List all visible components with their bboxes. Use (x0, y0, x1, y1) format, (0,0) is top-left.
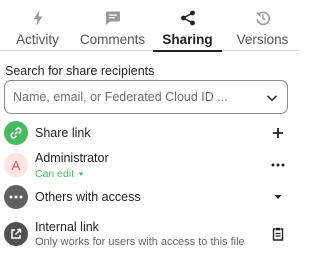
avatar-letter: A (11, 157, 21, 173)
permission-label: Can edit (35, 167, 75, 180)
search-heading: Search for share recipients (5, 64, 155, 78)
administrator-name: Administrator (35, 150, 109, 165)
share-icon (180, 10, 195, 26)
tab-activity[interactable]: Activity (0, 0, 75, 51)
caret-down-icon[interactable] (270, 189, 286, 205)
permission-dropdown[interactable]: Can edit (35, 168, 109, 180)
more-icon (4, 185, 28, 209)
history-icon (255, 11, 270, 26)
search-box[interactable] (4, 80, 288, 114)
others-with-access-row[interactable]: Others with access (4, 185, 294, 209)
sidebar-tabs: Activity Comments Sharing Versions (0, 0, 300, 52)
others-label: Others with access (35, 190, 141, 204)
tab-sharing[interactable]: Sharing (150, 0, 225, 52)
more-icon[interactable] (270, 157, 286, 173)
avatar: A (4, 153, 28, 177)
link-icon (4, 121, 28, 145)
tab-versions[interactable]: Versions (225, 0, 300, 51)
tab-comments[interactable]: Comments (75, 0, 150, 51)
caret-down-icon (78, 172, 84, 176)
lightning-icon (33, 10, 42, 26)
comment-icon (105, 11, 120, 25)
share-link-row: Share link (4, 121, 294, 145)
tab-label: Activity (16, 32, 59, 47)
internal-link-title: Internal link (35, 220, 99, 234)
share-entry-administrator: A Administrator Can edit (4, 150, 294, 180)
tab-label: Comments (79, 32, 146, 47)
clipboard-icon[interactable] (270, 226, 286, 242)
internal-link-row: Internal link Only works for users with … (4, 219, 294, 249)
search-input[interactable] (13, 90, 253, 104)
tab-label: Versions (236, 32, 289, 47)
chevron-down-icon[interactable] (266, 92, 278, 104)
plus-icon[interactable] (270, 125, 286, 141)
share-link-label: Share link (35, 126, 91, 140)
external-link-icon (4, 222, 28, 246)
tab-label: Sharing (162, 32, 213, 47)
internal-link-subtitle: Only works for users with access to this… (35, 236, 245, 248)
